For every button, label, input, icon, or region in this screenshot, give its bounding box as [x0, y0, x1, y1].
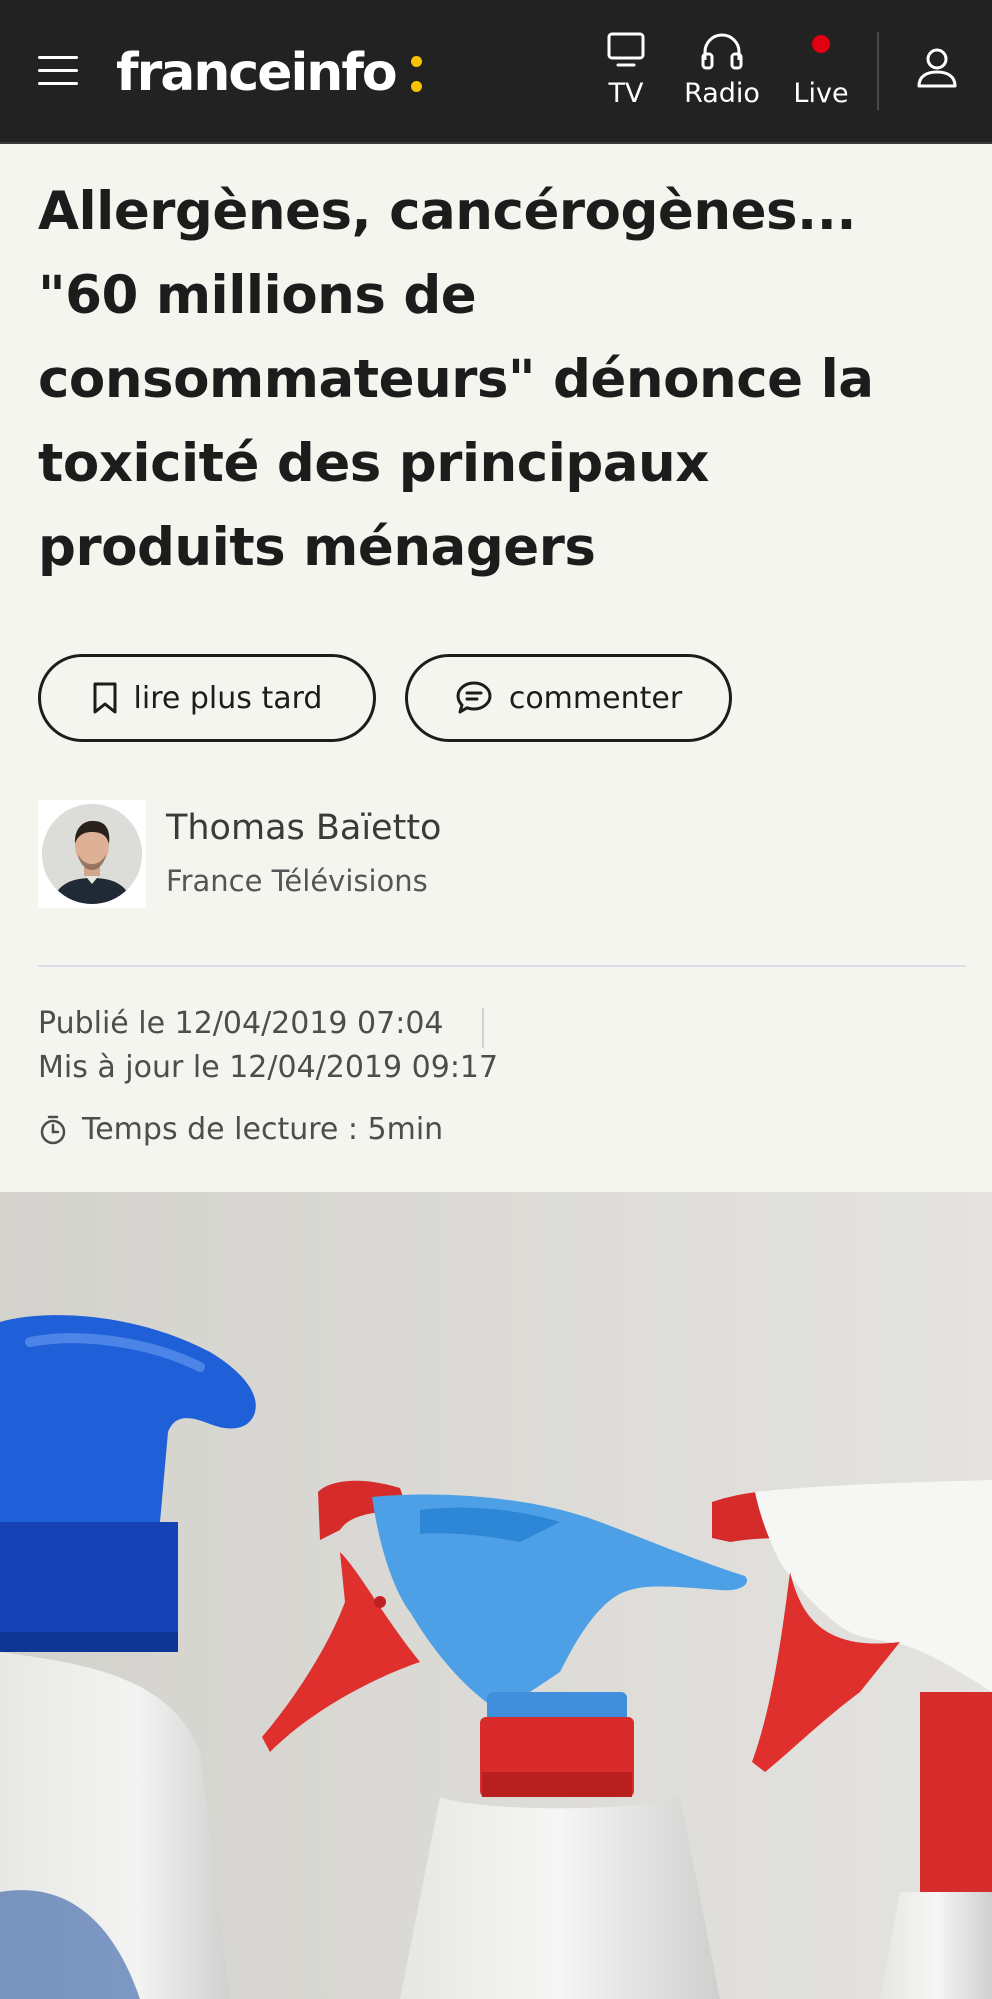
top-navigation-bar: franceinfo TV Radio Live [0, 0, 992, 144]
title-line: consommateurs" dénonce la [38, 349, 874, 410]
section-divider [38, 965, 966, 967]
nav-radio[interactable]: Radio [680, 28, 764, 118]
bookmark-icon [93, 682, 117, 714]
published-date: Publié le 12/04/2019 07:04 [38, 1006, 444, 1041]
franceinfo-logo[interactable]: franceinfo [116, 38, 398, 108]
author-name[interactable]: Thomas Baïetto [166, 808, 441, 848]
author-avatar[interactable] [38, 800, 146, 908]
nav-live[interactable]: Live [786, 28, 856, 118]
reading-time-label: Temps de lecture : 5min [82, 1112, 444, 1147]
title-line: Allergènes, cancérogènes... [38, 181, 856, 242]
nav-live-label: Live [793, 78, 849, 109]
updated-date: Mis à jour le 12/04/2019 09:17 [38, 1050, 499, 1085]
nav-tv-label: TV [608, 78, 644, 109]
hamburger-menu-icon[interactable] [38, 56, 78, 86]
nav-radio-label: Radio [684, 78, 760, 109]
comment-label: commenter [508, 680, 683, 716]
read-later-label: lire plus tard [133, 680, 323, 716]
read-later-button[interactable]: lire plus tard [38, 654, 376, 742]
reading-time: Temps de lecture : 5min [38, 1112, 443, 1147]
article-hero-image[interactable] [0, 1192, 992, 1999]
title-line: "60 millions de [38, 265, 477, 326]
comment-button[interactable]: commenter [405, 654, 732, 742]
live-dot-icon [786, 28, 856, 72]
nav-separator [877, 32, 879, 110]
user-icon[interactable] [912, 44, 962, 94]
date-separator [482, 1008, 484, 1048]
headphones-icon [680, 28, 764, 72]
title-line: produits ménagers [38, 517, 596, 578]
logo-colon-accent [411, 56, 423, 94]
comment-bubble-icon [456, 681, 492, 714]
article-title: Allergènes, cancérogènes... "60 millions… [38, 170, 958, 590]
title-line: toxicité des principaux [38, 433, 709, 494]
author-organization: France Télévisions [166, 864, 428, 898]
tv-icon [596, 28, 656, 72]
timer-icon [40, 1115, 66, 1144]
nav-tv[interactable]: TV [596, 28, 656, 118]
